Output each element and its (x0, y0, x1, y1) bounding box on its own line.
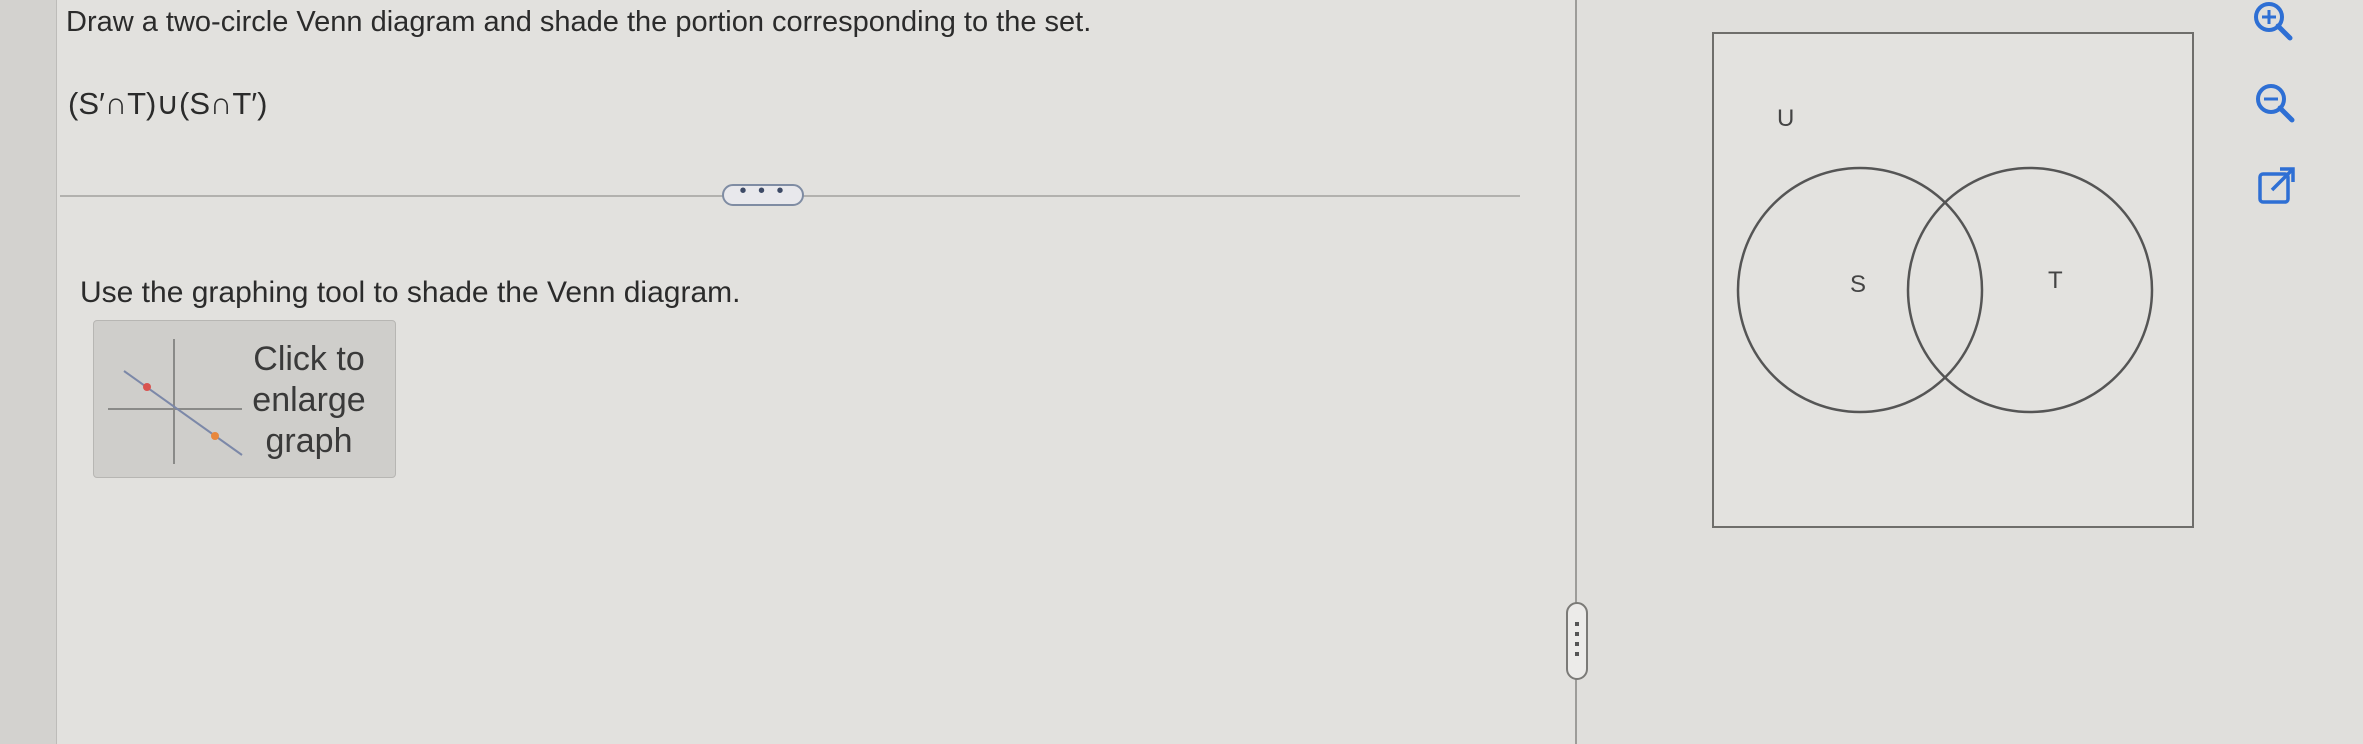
graph-label-line-3: graph (265, 422, 353, 460)
set-t-label: T (2048, 267, 2063, 294)
popout-icon[interactable] (2254, 164, 2300, 210)
pane-resize-handle[interactable] (1566, 602, 1588, 680)
zoom-out-icon[interactable] (2252, 80, 2298, 126)
set-s-label: S (1850, 271, 1866, 298)
universe-label: U (1777, 105, 1794, 132)
graph-thumbnail-icon (108, 339, 243, 464)
venn-diagram: U S T (1736, 105, 2154, 414)
instruction-text: Use the graphing tool to shade the Venn … (80, 276, 741, 309)
graph-label-line-1: Click to (253, 340, 365, 378)
enlarge-graph-button[interactable]: Click to enlarge graph (93, 320, 396, 478)
graph-label-line-2: enlarge (252, 381, 366, 419)
left-margin (0, 0, 57, 744)
question-prompt: Draw a two-circle Venn diagram and shade… (66, 6, 1092, 38)
circle-t[interactable] (1906, 166, 2154, 414)
set-expression: (S′∩T)∪(S∩T′) (68, 86, 268, 121)
grip-dots-icon (1575, 622, 1579, 662)
more-button[interactable]: • • • (722, 181, 804, 206)
zoom-in-icon[interactable] (2250, 0, 2296, 46)
enlarge-graph-label: Click to enlarge graph (234, 339, 384, 462)
venn-diagram-canvas[interactable]: U S T (1712, 32, 2194, 528)
